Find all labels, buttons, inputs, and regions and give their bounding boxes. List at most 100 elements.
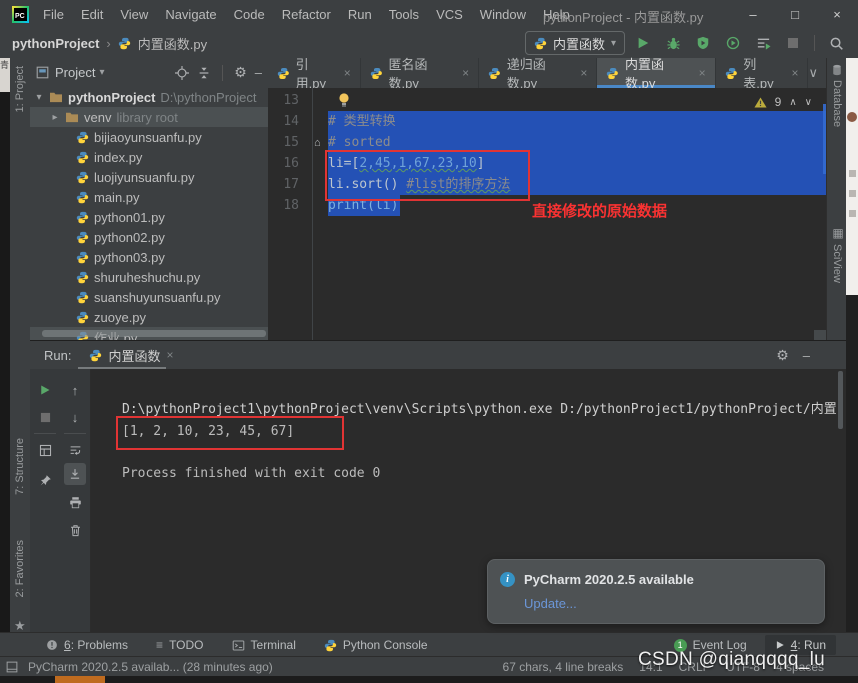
tree-item-file[interactable]: main.py <box>30 187 268 207</box>
close-icon[interactable]: × <box>166 348 173 362</box>
gear-icon[interactable]: ⚙ <box>234 64 247 81</box>
project-panel-title[interactable]: Project <box>55 65 95 80</box>
status-message[interactable]: PyCharm 2020.2.5 availab... (28 minutes … <box>28 660 273 674</box>
maximize-button[interactable]: □ <box>774 0 816 28</box>
toolwindow-favorites-button[interactable]: 2: Favorites <box>14 540 26 597</box>
tree-item-file[interactable]: zuoye.py <box>30 307 268 327</box>
print-icon[interactable] <box>64 491 86 513</box>
breadcrumb-file[interactable]: 内置函数.py <box>138 34 207 53</box>
trash-icon[interactable] <box>64 519 86 541</box>
toolwindow-python-console-button[interactable]: Python Console <box>324 638 428 652</box>
tab-nimingfunc[interactable]: 匿名函数.py× <box>361 58 479 88</box>
toolwindow-terminal-button[interactable]: Terminal <box>232 638 296 652</box>
python-file-icon <box>76 191 89 204</box>
annotation-red-box <box>116 416 344 450</box>
gutter-bookmark-icon[interactable]: ⌂ <box>314 133 321 154</box>
toolwindow-toggle-icon[interactable] <box>6 661 18 673</box>
tab-list-chevron-icon[interactable]: ∨ <box>808 58 826 88</box>
menu-file[interactable]: File <box>43 7 64 22</box>
close-icon[interactable]: × <box>462 66 469 80</box>
toolwindow-sciview-button[interactable]: SciView <box>831 244 843 283</box>
horizontal-scrollbar[interactable] <box>42 330 266 337</box>
next-warning-icon[interactable]: ∨ <box>805 92 812 113</box>
toolwindow-todo-button[interactable]: ≡ TODO <box>156 638 203 652</box>
locate-file-icon[interactable] <box>175 66 189 80</box>
hide-panel-icon[interactable]: – <box>255 65 262 80</box>
run-configuration-select[interactable]: 内置函数 ▾ <box>525 31 625 55</box>
page-widget <box>849 170 856 177</box>
tree-collapsed-icon[interactable]: ▸ <box>50 112 60 123</box>
warning-count: 9 <box>775 92 782 113</box>
tab-diguifunc[interactable]: 递归函数.py× <box>479 58 597 88</box>
update-notification[interactable]: i PyCharm 2020.2.5 available Update... <box>487 559 825 624</box>
tree-item-file[interactable]: python02.py <box>30 227 268 247</box>
tree-item-file[interactable]: python01.py <box>30 207 268 227</box>
notification-title: PyCharm 2020.2.5 available <box>524 572 694 587</box>
update-link[interactable]: Update... <box>524 596 577 611</box>
toolwindow-project-button[interactable]: 1: Project <box>14 66 26 112</box>
code-editor[interactable]: 13 14 15 16 17 18 ⌂ # 类型转换 # sorted li=[… <box>268 88 826 340</box>
menu-vcs[interactable]: VCS <box>436 7 463 22</box>
menu-code[interactable]: Code <box>234 7 265 22</box>
tree-item-file[interactable]: bijiaoyunsuanfu.py <box>30 127 268 147</box>
tree-item-file[interactable]: luojiyunsuanfu.py <box>30 167 268 187</box>
python-file-icon <box>725 67 738 80</box>
menu-tools[interactable]: Tools <box>389 7 419 22</box>
close-icon[interactable]: × <box>699 66 706 80</box>
hide-panel-icon[interactable]: – <box>803 348 810 363</box>
search-everywhere-icon[interactable] <box>824 32 848 54</box>
collapse-all-icon[interactable] <box>197 66 211 80</box>
run-configuration-name: 内置函数 <box>553 34 605 53</box>
tree-item-label: index.py <box>94 150 142 165</box>
menu-view[interactable]: View <box>120 7 148 22</box>
menu-window[interactable]: Window <box>480 7 526 22</box>
intention-bulb-icon[interactable] <box>338 92 350 108</box>
profiler-button[interactable] <box>721 32 745 54</box>
menu-navigate[interactable]: Navigate <box>165 7 216 22</box>
pin-icon[interactable] <box>34 469 56 491</box>
close-button[interactable]: × <box>816 0 858 28</box>
restore-layout-button[interactable] <box>34 439 56 461</box>
rerun-button[interactable] <box>34 379 56 401</box>
python-file-icon <box>324 639 337 652</box>
prev-warning-icon[interactable]: ∧ <box>789 92 796 113</box>
tab-yinyong[interactable]: 引用.py× <box>268 58 361 88</box>
tree-item-root[interactable]: ▾ pythonProject D:\pythonProject <box>30 87 268 107</box>
run-with-options-button[interactable] <box>751 32 775 54</box>
menu-run[interactable]: Run <box>348 7 372 22</box>
tree-item-file[interactable]: suanshuyunsuanfu.py <box>30 287 268 307</box>
tree-expanded-icon[interactable]: ▾ <box>34 92 44 103</box>
debug-button[interactable] <box>661 32 685 54</box>
gear-icon[interactable]: ⚙ <box>776 347 789 364</box>
soft-wrap-icon[interactable] <box>64 439 86 461</box>
close-icon[interactable]: × <box>580 66 587 80</box>
tree-item-label: pythonProject <box>68 90 155 105</box>
run-with-coverage-button[interactable] <box>691 32 715 54</box>
down-stack-icon[interactable]: ↓ <box>64 406 86 428</box>
run-tab[interactable]: 内置函数 × <box>89 346 173 365</box>
toolwindow-database-button[interactable]: Database <box>831 80 843 127</box>
code-line-14: # 类型转换 <box>328 111 396 132</box>
toolwindow-structure-button[interactable]: 7: Structure <box>14 438 26 495</box>
tree-item-file[interactable]: python03.py <box>30 247 268 267</box>
chevron-down-icon[interactable]: ▾ <box>99 67 104 78</box>
tab-liebiao[interactable]: 列表.py× <box>716 58 809 88</box>
tree-item-file[interactable]: index.py <box>30 147 268 167</box>
toolwindow-problems-button[interactable]: 6: 6: ProblemsProblems <box>46 638 128 652</box>
tree-item-venv[interactable]: ▸ venv library root <box>30 107 268 127</box>
inspections-widget[interactable]: 9 ∧ ∨ <box>754 92 812 113</box>
console-scrollbar[interactable] <box>838 371 843 429</box>
up-stack-icon[interactable]: ↑ <box>64 379 86 401</box>
breadcrumb-project[interactable]: pythonProject <box>12 36 99 51</box>
tab-neizhifunc-active[interactable]: 内置函数.py× <box>597 58 715 88</box>
line-number: 16 <box>283 153 299 174</box>
menu-edit[interactable]: Edit <box>81 7 103 22</box>
run-button[interactable] <box>631 32 655 54</box>
menu-refactor[interactable]: Refactor <box>282 7 331 22</box>
close-icon[interactable]: × <box>344 66 351 80</box>
python-file-icon <box>370 67 383 80</box>
close-icon[interactable]: × <box>791 66 798 80</box>
minimize-button[interactable]: – <box>732 0 774 28</box>
tree-item-file[interactable]: shuruheshuchu.py <box>30 267 268 287</box>
scroll-to-end-icon[interactable] <box>64 463 86 485</box>
